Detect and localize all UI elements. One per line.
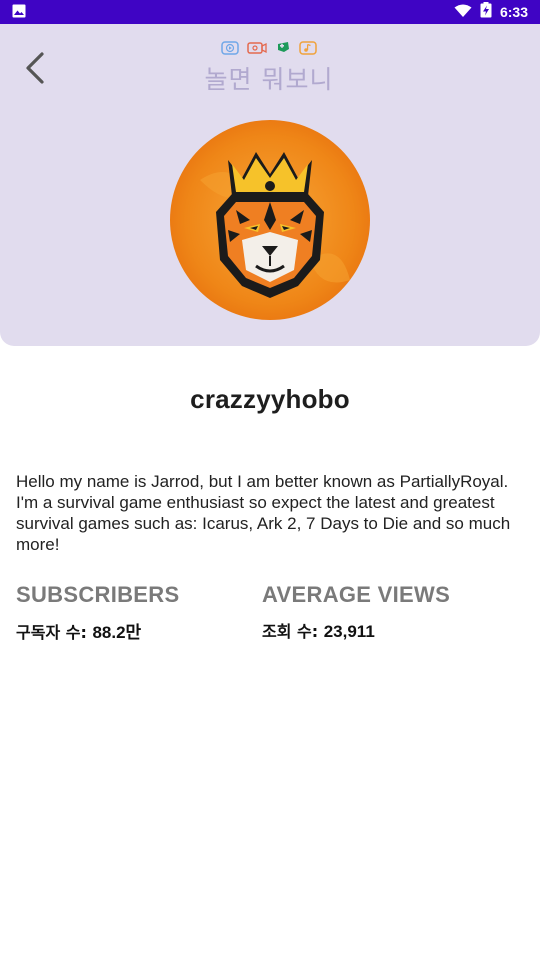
average-views-label: 조회 수: <box>262 622 319 641</box>
music-icon <box>299 40 317 59</box>
status-bar: 6:33 <box>0 0 540 24</box>
back-button[interactable] <box>18 50 52 90</box>
camera-icon <box>247 40 267 59</box>
channel-username: crazzyyhobo <box>190 384 350 414</box>
chevron-left-icon <box>24 51 46 89</box>
gallery-icon <box>12 3 26 22</box>
subscribers-value: 88.2만 <box>92 623 142 642</box>
app-logo: 놀면 뭐보니 <box>196 40 342 96</box>
average-views-value: 23,911 <box>323 622 375 641</box>
play-icon <box>221 40 239 59</box>
subscribers-label: 구독자 수: <box>16 623 87 642</box>
average-views-stat: AVERAGE VIEWS 조회 수: 23,911 <box>262 582 450 642</box>
subscribers-stat: SUBSCRIBERS 구독자 수: 88.2만 <box>16 582 179 643</box>
channel-avatar <box>170 120 370 320</box>
tiger-crown-logo-icon <box>170 120 370 320</box>
controller-icon <box>275 39 291 59</box>
battery-charging-icon <box>480 2 492 22</box>
app-logo-text: 놀면 뭐보니 <box>204 65 334 94</box>
subscribers-value-row: 구독자 수: 88.2만 <box>16 618 179 643</box>
profile-header: 놀면 뭐보니 <box>0 24 540 346</box>
average-views-title: AVERAGE VIEWS <box>262 582 451 607</box>
subscribers-title: SUBSCRIBERS <box>16 582 180 607</box>
average-views-value-row: 조회 수: 23,911 <box>262 618 450 642</box>
status-time: 6:33 <box>499 4 528 20</box>
channel-bio: Hello my name is Jarrod, but I am better… <box>16 472 511 554</box>
wifi-icon <box>454 3 472 22</box>
